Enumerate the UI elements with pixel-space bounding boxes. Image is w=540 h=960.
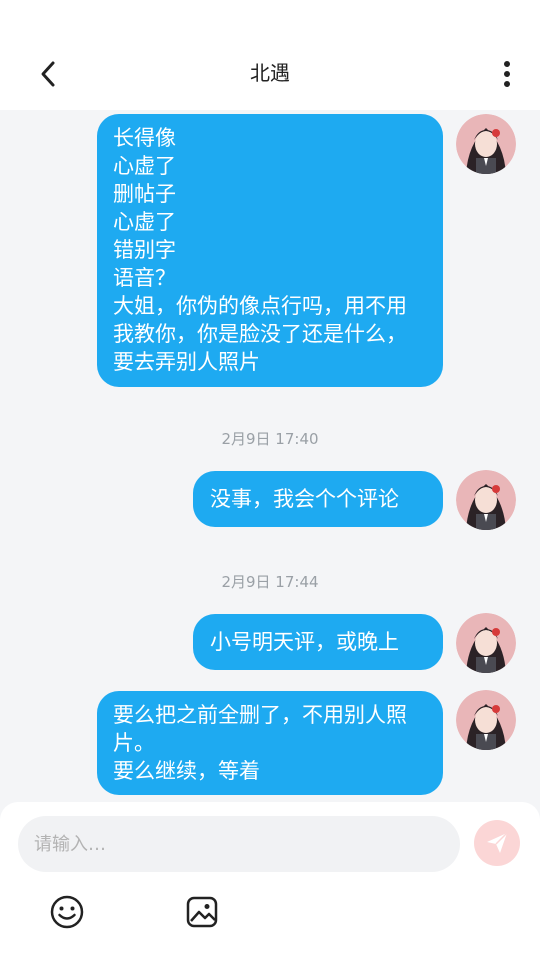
- emoji-button[interactable]: [49, 894, 85, 930]
- emoji-icon: [50, 895, 84, 929]
- message-bubble[interactable]: 要么把之前全删了，不用别人照片。 要么继续，等着: [97, 691, 443, 795]
- image-button[interactable]: [184, 894, 220, 930]
- avatar-image: [456, 114, 516, 174]
- composer-panel: [0, 802, 540, 960]
- message-list[interactable]: 长得像 心虚了 删帖子 心虚了 错别字 语音？ 大姐，你伪的像点行吗，用不用我教…: [0, 110, 540, 800]
- message-bubble[interactable]: 没事，我会个个评论: [193, 471, 443, 527]
- top-bar: 北遇: [0, 0, 540, 110]
- message-input[interactable]: [18, 816, 460, 872]
- send-button[interactable]: [474, 820, 520, 866]
- image-icon: [186, 896, 218, 928]
- avatar-image: [456, 690, 516, 750]
- avatar[interactable]: [456, 114, 516, 174]
- avatar[interactable]: [456, 690, 516, 750]
- more-vertical-icon: [504, 61, 510, 87]
- avatar-image: [456, 470, 516, 530]
- more-options-button[interactable]: [492, 56, 522, 92]
- timestamp: 2月9日 17:44: [221, 573, 319, 591]
- chat-title: 北遇: [250, 61, 290, 85]
- paper-plane-icon: [487, 832, 508, 853]
- message-bubble[interactable]: 小号明天评，或晚上: [193, 614, 443, 670]
- avatar[interactable]: [456, 613, 516, 673]
- avatar-image: [456, 613, 516, 673]
- message-bubble[interactable]: 长得像 心虚了 删帖子 心虚了 错别字 语音？ 大姐，你伪的像点行吗，用不用我教…: [97, 114, 443, 387]
- avatar[interactable]: [456, 470, 516, 530]
- timestamp: 2月9日 17:40: [221, 430, 319, 448]
